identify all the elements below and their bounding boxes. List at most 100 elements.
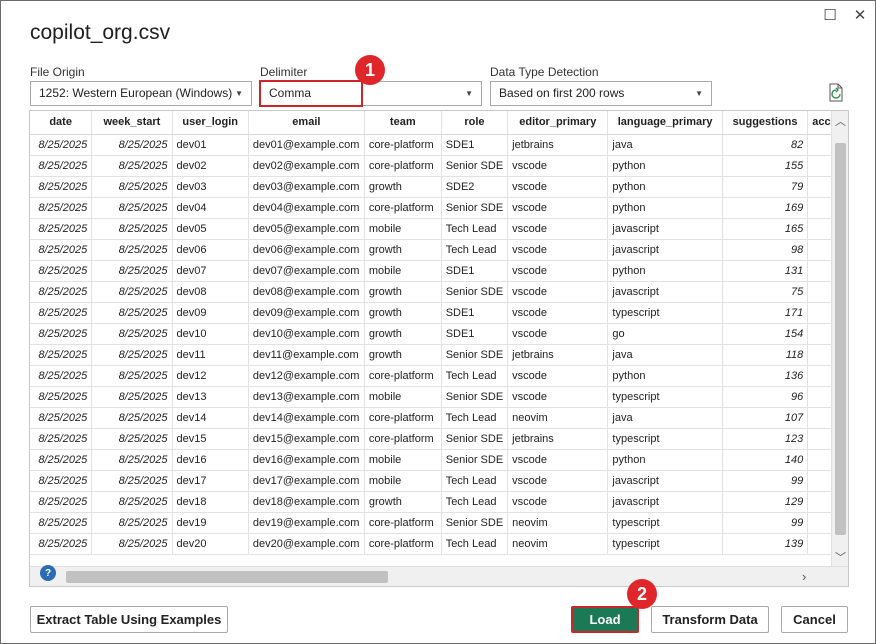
refresh-icon[interactable] (827, 83, 845, 103)
extract-table-button[interactable]: Extract Table Using Examples (30, 606, 228, 633)
table-cell: dev01@example.com (248, 134, 365, 156)
table-cell: 8/25/2025 (30, 197, 93, 219)
table-cell: 8/25/2025 (91, 449, 173, 471)
table-cell: 8/25/2025 (30, 512, 93, 534)
table-row: 8/25/2025 8/25/2025 dev06 dev06@example.com… (30, 239, 848, 261)
table-cell: 8/25/2025 (30, 218, 93, 240)
table-row: 8/25/2025 8/25/2025 dev10 dev10@example.com… (30, 323, 848, 345)
table-cell: 8/25/2025 (30, 428, 93, 450)
table-cell: typescript (607, 533, 723, 555)
table-cell: python (607, 176, 723, 198)
vertical-scroll-thumb[interactable] (835, 143, 846, 535)
transform-data-button[interactable]: Transform Data (651, 606, 769, 633)
table-cell: java (607, 134, 723, 156)
column-header[interactable]: suggestions (722, 111, 809, 135)
table-cell: growth (364, 239, 442, 261)
column-header[interactable]: editor_primary (507, 111, 609, 135)
table-cell: 123 (722, 428, 809, 450)
table-cell: core-platform (364, 428, 442, 450)
table-cell: 8/25/2025 (30, 239, 93, 261)
table-cell: 75 (722, 281, 809, 303)
column-header[interactable]: user_login (172, 111, 249, 135)
column-header[interactable]: date (30, 111, 93, 135)
table-cell: python (607, 260, 723, 282)
scroll-down-icon[interactable]: ﹀ (832, 549, 848, 565)
chevron-down-icon: ▼ (235, 89, 243, 98)
table-cell: python (607, 155, 723, 177)
table-cell: dev06@example.com (248, 239, 365, 261)
table-cell: Tech Lead (441, 470, 509, 492)
table-cell: java (607, 407, 723, 429)
table-cell: core-platform (364, 134, 442, 156)
table-cell: dev04@example.com (248, 197, 365, 219)
horizontal-scroll-thumb[interactable] (66, 571, 388, 583)
table-cell: 8/25/2025 (30, 470, 93, 492)
table-row: 8/25/2025 8/25/2025 dev13 dev13@example.com… (30, 386, 848, 408)
table-cell: neovim (507, 533, 609, 555)
table-cell: dev05@example.com (248, 218, 365, 240)
table-cell: dev04 (172, 197, 249, 219)
table-row: 8/25/2025 8/25/2025 dev11 dev11@example.com… (30, 344, 848, 366)
table-cell: dev01 (172, 134, 249, 156)
table-cell: Tech Lead (441, 407, 509, 429)
table-cell: 8/25/2025 (30, 533, 93, 555)
table-cell: javascript (607, 470, 723, 492)
table-cell: 8/25/2025 (30, 302, 93, 324)
table-row: 8/25/2025 8/25/2025 dev12 dev12@example.com… (30, 365, 848, 387)
table-cell: 8/25/2025 (30, 134, 93, 156)
table-cell: 8/25/2025 (91, 239, 173, 261)
file-origin-select[interactable]: 1252: Western European (Windows) ▼ (30, 81, 252, 106)
column-header[interactable]: language_primary (607, 111, 723, 135)
table-cell: Tech Lead (441, 365, 509, 387)
table-cell: core-platform (364, 155, 442, 177)
table-cell: mobile (364, 260, 442, 282)
table-cell: dev16 (172, 449, 249, 471)
load-button[interactable]: Load (571, 606, 639, 633)
table-cell: vscode (507, 260, 609, 282)
table-cell: 8/25/2025 (30, 260, 93, 282)
import-dialog: ☐ ✕ copilot_org.csv File Origin 1252: We… (0, 0, 876, 644)
table-cell: dev12 (172, 365, 249, 387)
table-row: 8/25/2025 8/25/2025 dev05 dev05@example.com… (30, 218, 848, 240)
table-row: 8/25/2025 8/25/2025 dev14 dev14@example.com… (30, 407, 848, 429)
table-cell: javascript (607, 281, 723, 303)
table-row: 8/25/2025 8/25/2025 dev02 dev02@example.com… (30, 155, 848, 177)
table-cell: Tech Lead (441, 239, 509, 261)
maximize-icon[interactable]: ☐ (818, 5, 842, 25)
table-row: 8/25/2025 8/25/2025 dev07 dev07@example.com… (30, 260, 848, 282)
cancel-button[interactable]: Cancel (781, 606, 848, 633)
table-cell: 8/25/2025 (30, 281, 93, 303)
table-cell: 8/25/2025 (30, 449, 93, 471)
table-cell: 8/25/2025 (91, 302, 173, 324)
horizontal-scrollbar[interactable]: ‹ › (30, 566, 848, 586)
table-cell: dev16@example.com (248, 449, 365, 471)
table-cell: vscode (507, 470, 609, 492)
column-header[interactable]: role (441, 111, 509, 135)
table-cell: dev08@example.com (248, 281, 365, 303)
column-header[interactable]: week_start (91, 111, 173, 135)
close-icon[interactable]: ✕ (848, 5, 872, 25)
table-cell: Senior SDE (441, 197, 509, 219)
table-cell: 8/25/2025 (91, 428, 173, 450)
table-cell: 8/25/2025 (91, 407, 173, 429)
column-header[interactable]: team (364, 111, 442, 135)
table-cell: dev03@example.com (248, 176, 365, 198)
scroll-right-icon[interactable]: › (802, 569, 806, 584)
table-cell: dev14@example.com (248, 407, 365, 429)
table-cell: core-platform (364, 407, 442, 429)
chevron-down-icon: ▼ (695, 89, 703, 98)
table-cell: dev13@example.com (248, 386, 365, 408)
data-type-select[interactable]: Based on first 200 rows ▼ (490, 81, 712, 106)
column-header[interactable]: email (248, 111, 365, 135)
vertical-scrollbar[interactable]: ︿ ﹀ (831, 111, 848, 567)
table-row: 8/25/2025 8/25/2025 dev16 dev16@example.com… (30, 449, 848, 471)
preview-table: date week_start user_login email team ro… (30, 111, 848, 555)
scroll-up-icon[interactable]: ︿ (832, 113, 848, 129)
table-cell: SDE2 (441, 176, 509, 198)
table-cell: python (607, 449, 723, 471)
table-cell: dev17@example.com (248, 470, 365, 492)
table-cell: Tech Lead (441, 533, 509, 555)
table-cell: vscode (507, 176, 609, 198)
table-cell: dev10 (172, 323, 249, 345)
table-cell: vscode (507, 449, 609, 471)
